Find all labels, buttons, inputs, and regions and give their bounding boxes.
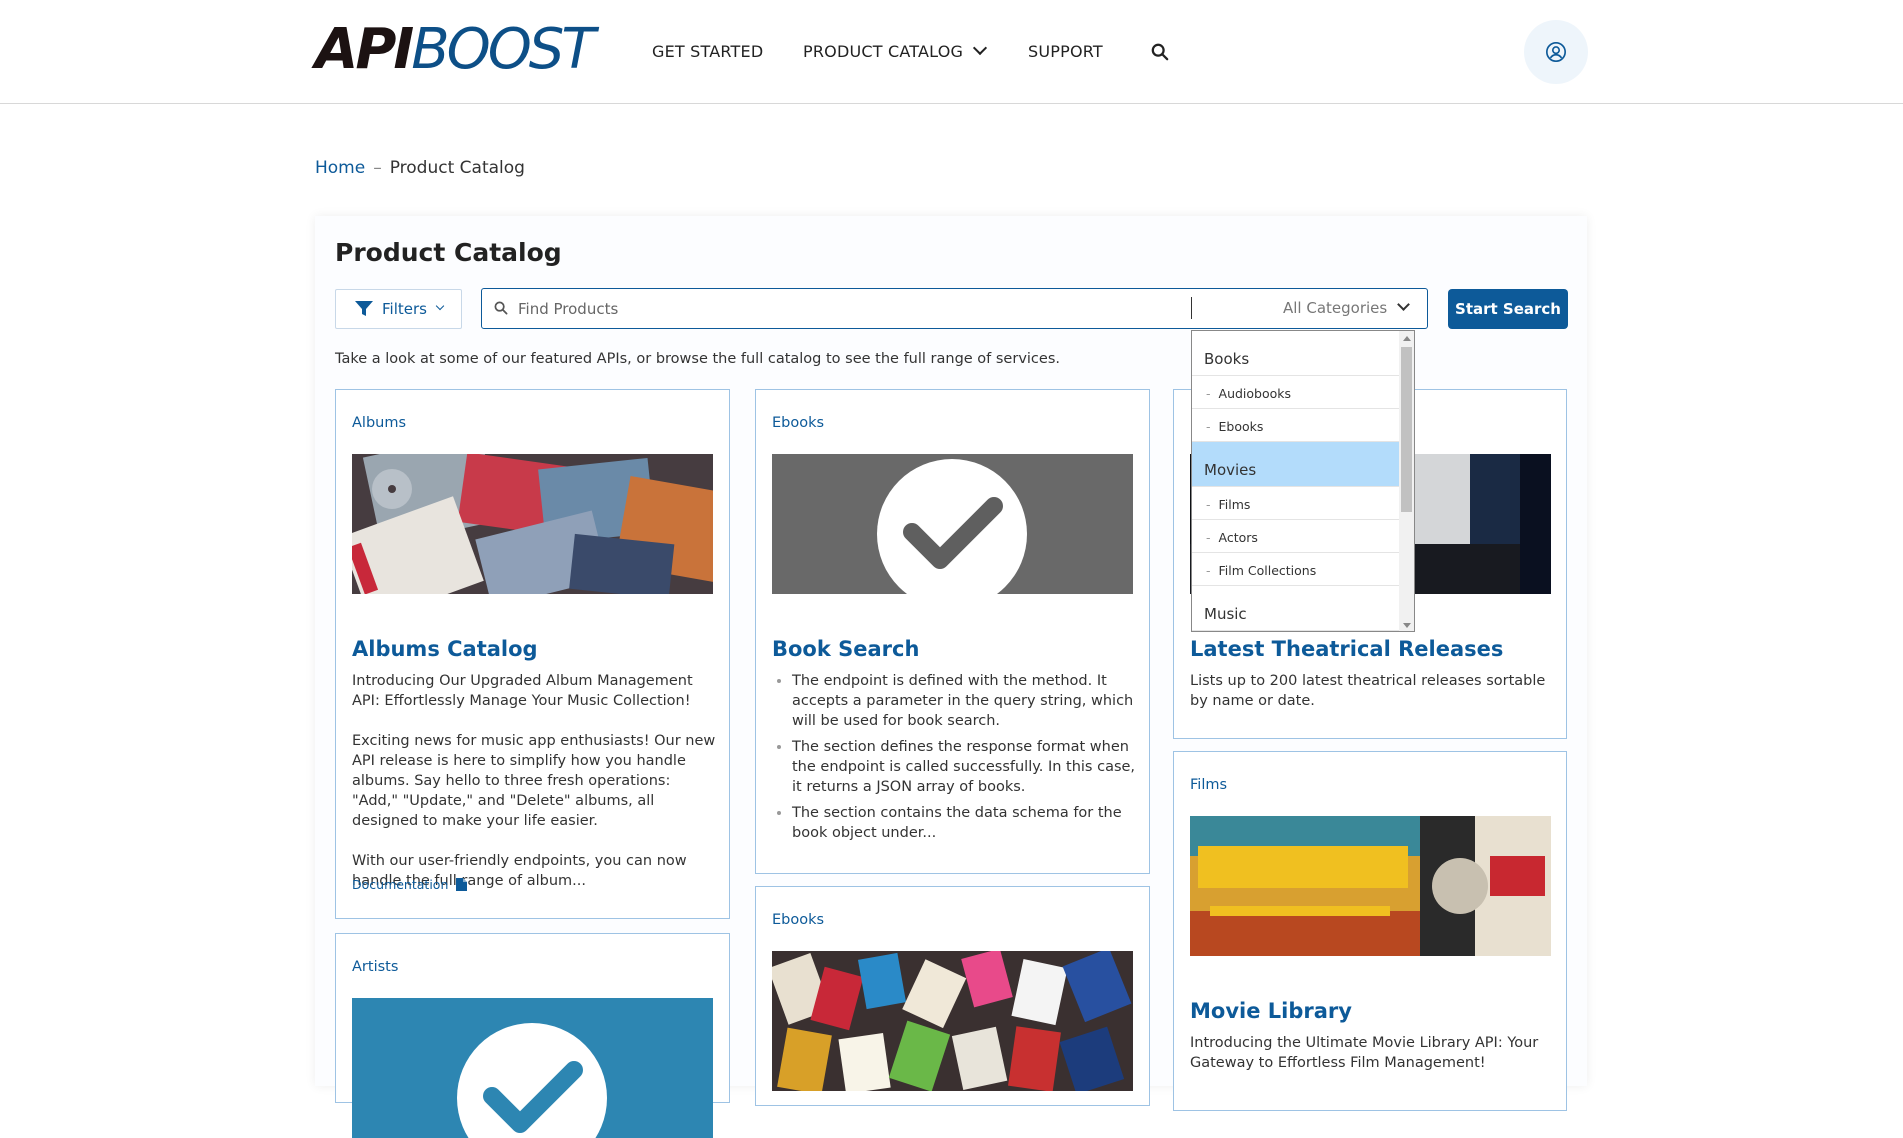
category-options: Books - Audiobooks - Ebooks Movies - Films … <box>1192 331 1400 631</box>
search-icon[interactable] <box>1151 43 1169 61</box>
book-search-image <box>772 454 1133 594</box>
card-category[interactable]: Films <box>1190 777 1227 793</box>
user-icon <box>1546 42 1566 62</box>
nav-product-catalog[interactable]: PRODUCT CATALOG <box>803 40 988 61</box>
chevron-down-icon <box>973 40 988 56</box>
document-icon <box>456 878 468 891</box>
documentation-link[interactable]: Documentation <box>352 877 468 892</box>
category-option-films[interactable]: - Films <box>1192 487 1400 520</box>
product-card-book-search[interactable]: Ebooks Book Search The endpoint is defin… <box>755 389 1150 874</box>
indent-dash: - <box>1206 563 1211 578</box>
breadcrumb-current: Product Catalog <box>389 158 525 178</box>
filters-label: Filters <box>382 300 427 318</box>
card-paragraph: Exciting news for music app enthusiasts!… <box>352 733 716 829</box>
breadcrumb-home-link[interactable]: Home <box>315 158 365 178</box>
user-account-button[interactable] <box>1524 20 1588 84</box>
scroll-up-arrow-icon[interactable] <box>1403 336 1411 341</box>
category-dropdown-list[interactable]: Books - Audiobooks - Ebooks Movies - Films … <box>1191 330 1415 632</box>
category-option-label: Films <box>1218 497 1251 512</box>
logo-text-boost: BOOST <box>411 17 595 82</box>
card-title[interactable]: Latest Theatrical Releases <box>1190 637 1503 661</box>
nav-support[interactable]: SUPPORT <box>1028 42 1103 61</box>
card-description: Introducing the Ultimate Movie Library A… <box>1190 1035 1539 1071</box>
search-icon <box>494 301 508 315</box>
card-title[interactable]: Albums Catalog <box>352 637 538 661</box>
search-input[interactable] <box>516 295 1166 323</box>
filter-icon <box>355 301 373 316</box>
indent-dash: - <box>1206 419 1211 434</box>
category-option-ebooks[interactable]: - Ebooks <box>1192 409 1400 442</box>
nav-product-catalog-label: PRODUCT CATALOG <box>803 42 964 61</box>
category-option-label: Audiobooks <box>1218 386 1292 401</box>
category-option-books[interactable]: Books <box>1192 331 1400 376</box>
dropdown-scrollbar[interactable] <box>1399 331 1414 631</box>
ebooks-image <box>772 951 1133 1091</box>
card-category[interactable]: Ebooks <box>772 912 824 928</box>
indent-dash: - <box>1206 497 1211 512</box>
albums-image <box>352 454 713 594</box>
category-divider <box>1191 297 1192 319</box>
indent-dash: - <box>1206 386 1211 401</box>
top-navigation-bar: APIBOOST GET STARTED PRODUCT CATALOG SUP… <box>0 0 1903 104</box>
card-description: Lists up to 200 latest theatrical releas… <box>1190 673 1546 709</box>
category-option-actors[interactable]: - Actors <box>1192 520 1400 553</box>
movie-posters-image <box>1190 816 1551 956</box>
product-card-movie-library[interactable]: Films Movie Library Introducing the Ulti… <box>1173 751 1567 1111</box>
category-option-label: Actors <box>1218 530 1258 545</box>
category-option-movies[interactable]: Movies <box>1192 442 1400 487</box>
product-card-albums[interactable]: Albums Albums Catalog Introducing Our Up… <box>335 389 730 919</box>
list-item: The section defines the response format … <box>792 737 1137 797</box>
category-option-film-collections[interactable]: - Film Collections <box>1192 553 1400 586</box>
card-title[interactable]: Book Search <box>772 637 919 661</box>
category-option-label: Ebooks <box>1218 419 1264 434</box>
feature-list: The endpoint is defined with the method.… <box>772 671 1137 843</box>
breadcrumb: Home – Product Catalog <box>315 158 525 178</box>
card-description: The endpoint is defined with the method.… <box>772 671 1137 849</box>
indent-dash: - <box>1206 530 1211 545</box>
logo-text-api: API <box>315 17 414 82</box>
apiboost-logo[interactable]: APIBOOST <box>315 22 596 78</box>
breadcrumb-separator: – <box>373 158 382 178</box>
nav-get-started[interactable]: GET STARTED <box>652 42 763 61</box>
intro-text: Take a look at some of our featured APIs… <box>335 351 1060 367</box>
card-title[interactable]: Movie Library <box>1190 999 1352 1023</box>
list-item: The section contains the data schema for… <box>792 803 1137 843</box>
chevron-down-icon <box>435 301 445 311</box>
search-bar: All Categories <box>481 288 1428 329</box>
category-select[interactable]: All Categories <box>1283 299 1387 317</box>
card-category[interactable]: Ebooks <box>772 415 824 431</box>
category-option-music[interactable]: Music <box>1192 586 1400 631</box>
card-paragraph: Introducing Our Upgraded Album Managemen… <box>352 673 693 709</box>
product-card-artists[interactable]: Artists <box>335 933 730 1138</box>
scroll-down-arrow-icon[interactable] <box>1403 623 1411 628</box>
product-card-ebooks[interactable]: Ebooks <box>755 886 1150 1106</box>
category-option-audiobooks[interactable]: - Audiobooks <box>1192 376 1400 409</box>
card-category[interactable]: Artists <box>352 959 398 975</box>
filters-button[interactable]: Filters <box>335 289 462 329</box>
chevron-down-icon[interactable] <box>1397 298 1410 311</box>
scrollbar-thumb[interactable] <box>1401 347 1412 512</box>
category-option-label: Film Collections <box>1218 563 1317 578</box>
card-category[interactable]: Albums <box>352 415 406 431</box>
artists-image <box>352 998 713 1138</box>
documentation-label: Documentation <box>352 877 449 892</box>
card-description: Introducing Our Upgraded Album Managemen… <box>352 671 717 911</box>
page-title: Product Catalog <box>335 238 562 267</box>
start-search-button[interactable]: Start Search <box>1448 289 1568 329</box>
list-item: The endpoint is defined with the method.… <box>792 671 1137 731</box>
